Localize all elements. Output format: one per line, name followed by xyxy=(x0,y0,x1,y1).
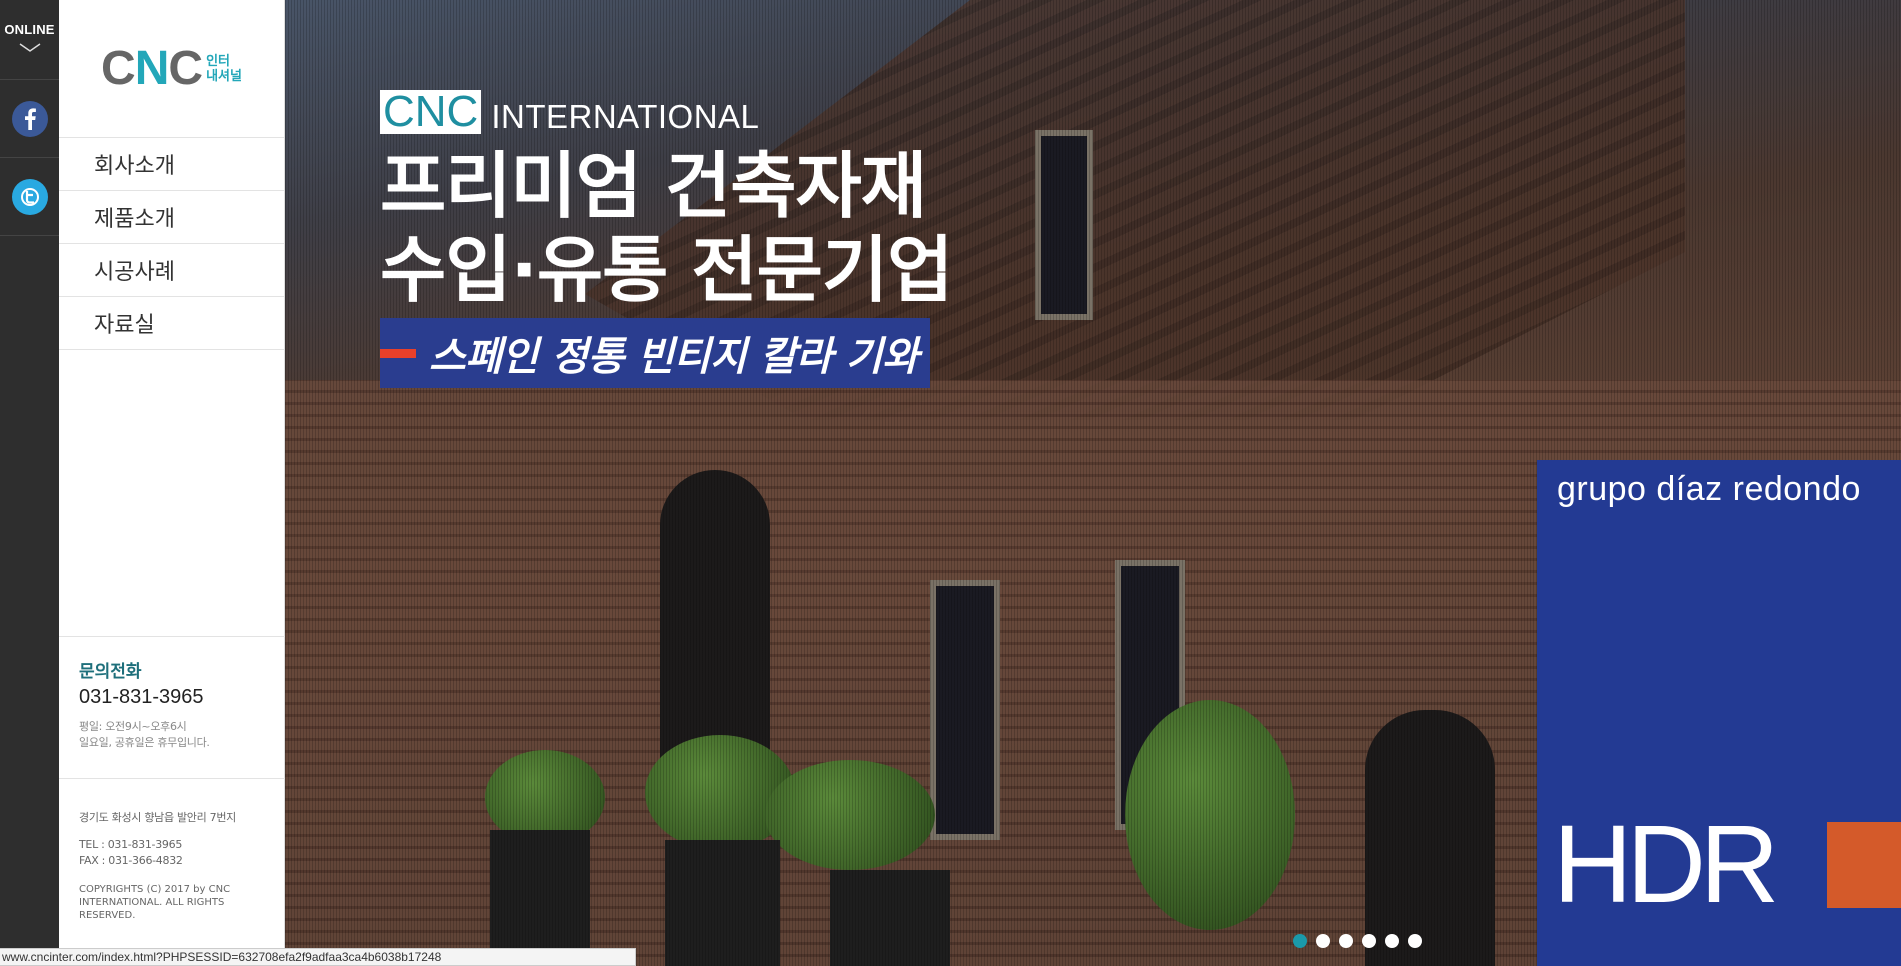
hdr-card-brand: grupo díaz redondo xyxy=(1557,470,1861,508)
sidebar: CNC 인터 내셔널 회사소개 제품소개 시공사례 자료실 문의전화 031-83… xyxy=(59,0,285,948)
online-toggle[interactable]: ONLINE xyxy=(0,0,59,80)
company-info: 경기도 화성시 향남읍 발안리 7번지 TEL : 031-831-3965 F… xyxy=(59,778,285,922)
facebook-icon xyxy=(11,100,48,137)
fax: FAX : 031-366-4832 xyxy=(79,854,183,867)
tel: TEL : 031-831-3965 xyxy=(79,838,183,851)
hero-ribbon: 스페인 정통 빈티지 칼라 기와 xyxy=(380,318,931,388)
hero-brand-cnc: CNC xyxy=(380,90,482,134)
hdr-brand-card[interactable]: grupo díaz redondo HDR xyxy=(1537,460,1901,966)
hero-brand: CNC INTERNATIONAL xyxy=(380,90,952,134)
slide-dot-1[interactable] xyxy=(1293,934,1307,948)
hdr-card-logo: HDR xyxy=(1553,803,1779,926)
hero-slider: CNC INTERNATIONAL 프리미엄 건축자재 수입·유통 전문기업 스… xyxy=(285,0,1901,966)
nav-item-cases[interactable]: 시공사례 xyxy=(59,244,284,297)
nav-item-products[interactable]: 제품소개 xyxy=(59,191,284,244)
hero-title: 프리미엄 건축자재 수입·유통 전문기업 xyxy=(380,144,953,312)
hdr-card-square xyxy=(1827,822,1901,908)
social-rail: ONLINE xyxy=(0,0,59,966)
chevron-down-icon xyxy=(19,43,40,52)
slide-dot-4[interactable] xyxy=(1362,934,1376,948)
address: 경기도 화성시 향남읍 발안리 7번지 xyxy=(79,811,236,824)
facebook-button[interactable] xyxy=(0,80,59,158)
site-logo[interactable]: CNC 인터 내셔널 xyxy=(59,0,284,138)
status-bar-url: www.cncinter.com/index.html?PHPSESSID=63… xyxy=(0,948,636,966)
slide-dot-6[interactable] xyxy=(1408,934,1422,948)
contact-title: 문의전화 xyxy=(79,662,142,682)
slide-dot-5[interactable] xyxy=(1385,934,1399,948)
hero-title-line-1: 프리미엄 건축자재 xyxy=(380,144,927,228)
nav-item-about[interactable]: 회사소개 xyxy=(59,138,284,191)
twitter-icon xyxy=(11,178,48,215)
hero-headline: CNC INTERNATIONAL 프리미엄 건축자재 수입·유통 전문기업 스… xyxy=(380,90,953,388)
hero-title-line-2: 수입·유통 전문기업 xyxy=(380,228,953,312)
business-hours: 평일: 오전9시~오후6시 일요일, 공휴일은 휴무입니다. xyxy=(79,720,210,749)
slider-pagination xyxy=(1293,934,1422,948)
slide-dot-2[interactable] xyxy=(1316,934,1330,948)
ribbon-accent-bar xyxy=(380,348,416,358)
logo-subtitle: 인터 내셔널 xyxy=(206,53,242,84)
hero-brand-intl: INTERNATIONAL xyxy=(491,98,760,135)
ribbon-text: 스페인 정통 빈티지 칼라 기와 xyxy=(429,334,919,380)
nav-item-downloads[interactable]: 자료실 xyxy=(59,297,284,350)
tel-fax: TEL : 031-831-3965 FAX : 031-366-4832 xyxy=(79,837,285,869)
contact-block: 문의전화 031-831-3965 평일: 오전9시~오후6시 일요일, 공휴일… xyxy=(59,636,285,751)
slide-dot-3[interactable] xyxy=(1339,934,1353,948)
online-label: ONLINE xyxy=(4,22,55,37)
copyright: COPYRIGHTS (C) 2017 by CNC INTERNATIONAL… xyxy=(79,884,231,921)
twitter-button[interactable] xyxy=(0,158,59,236)
logo-wordmark: CNC xyxy=(101,42,203,95)
contact-phone[interactable]: 031-831-3965 xyxy=(79,686,285,709)
